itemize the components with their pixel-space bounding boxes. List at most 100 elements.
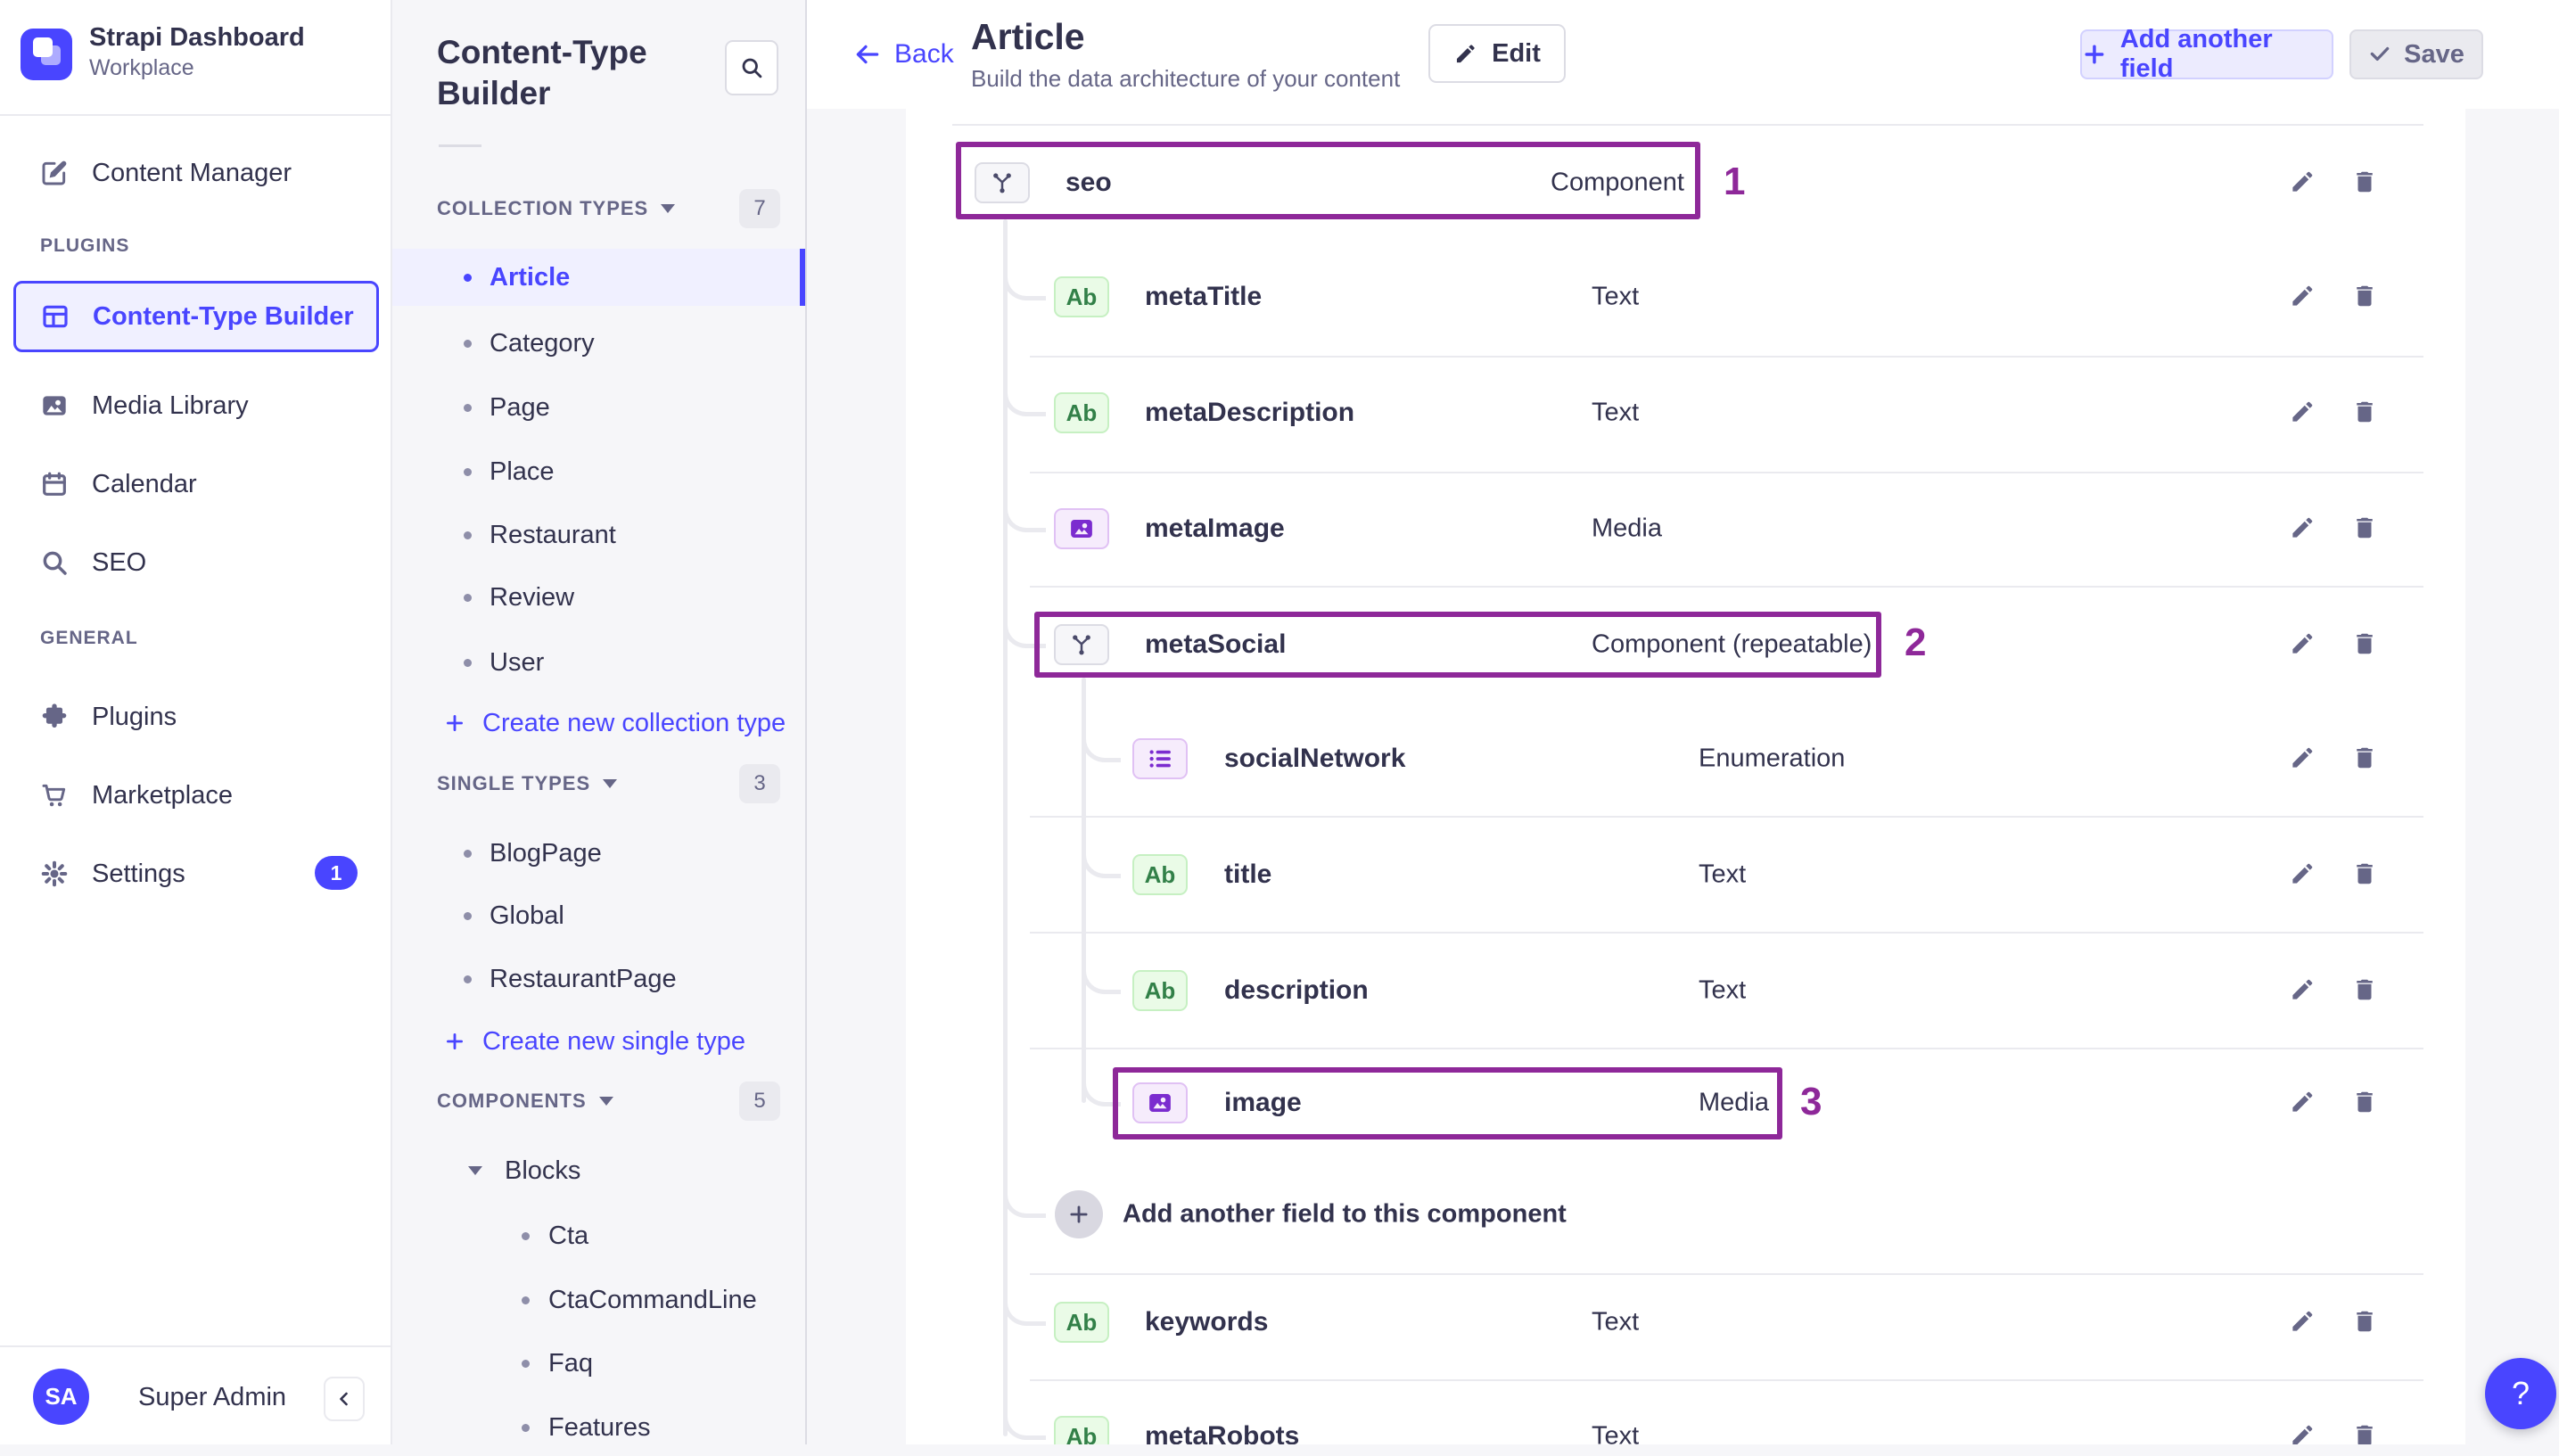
page-title: Article (971, 16, 1085, 57)
create-collection-type-link[interactable]: Create new collection type (392, 695, 805, 752)
help-button[interactable]: ? (2485, 1358, 2556, 1429)
delete-field-button[interactable] (2347, 1304, 2382, 1340)
sidebar-item-calendar[interactable]: Calendar (0, 457, 385, 512)
picture-icon (43, 396, 66, 415)
create-single-type-link[interactable]: Create new single type (392, 1013, 805, 1070)
components-header[interactable]: COMPONENTS (437, 1088, 613, 1115)
panel-item-user[interactable]: User (392, 634, 805, 691)
sidebar-item-media-library[interactable]: Media Library (0, 378, 385, 433)
calendar-icon (43, 472, 66, 496)
field-row-metatitle: Ab metaTitle Text (906, 239, 2465, 355)
avatar[interactable]: SA (33, 1369, 89, 1425)
sidebar-item-content-manager[interactable]: Content Manager (0, 145, 385, 201)
panel-item-faq[interactable]: Faq (392, 1335, 805, 1392)
field-row-metasocial: metaSocial Component (repeatable) (906, 587, 2465, 703)
edit-field-button[interactable] (2284, 511, 2320, 547)
panel-item-cta[interactable]: Cta (392, 1207, 805, 1264)
delete-field-button[interactable] (2347, 741, 2382, 777)
panel-item-article[interactable]: Article (392, 249, 805, 306)
edit-field-button[interactable] (2284, 1304, 2320, 1340)
sidebar-collapse-button[interactable] (324, 1377, 365, 1421)
save-button[interactable]: Save (2349, 29, 2483, 79)
panel-item-global[interactable]: Global (392, 887, 805, 944)
field-name: metaRobots (1145, 1421, 1300, 1444)
edit-field-button[interactable] (2284, 395, 2320, 431)
main-area: Back Article Build the data architecture… (807, 0, 2559, 1444)
delete-field-button[interactable] (2347, 395, 2382, 431)
field-row-seo: seo Component (906, 125, 2465, 241)
annotation-number-1: 1 (1724, 160, 1746, 203)
edit-button[interactable]: Edit (1428, 24, 1566, 83)
sidebar-item-seo[interactable]: SEO (0, 535, 385, 590)
text-field-icon: Ab (1132, 854, 1188, 895)
edit-field-button[interactable] (2284, 1085, 2320, 1121)
delete-field-button[interactable] (2347, 279, 2382, 315)
field-row-socialnetwork: socialNetwork Enumeration (906, 701, 2465, 817)
sidebar-item-label: Calendar (92, 469, 197, 498)
delete-field-button[interactable] (2347, 165, 2382, 201)
sidebar-item-plugins[interactable]: Plugins (0, 689, 385, 744)
check-icon (2370, 46, 2390, 62)
sidebar-item-marketplace[interactable]: Marketplace (0, 768, 385, 823)
edit-field-button[interactable] (2284, 973, 2320, 1008)
plus-icon (447, 1033, 463, 1049)
plugins-section-label: PLUGINS (40, 235, 130, 256)
caret-down-icon (661, 204, 676, 213)
component-group-blocks[interactable]: Blocks (392, 1142, 805, 1199)
sidebar-item-label: Settings (92, 859, 185, 888)
sidebar-item-label: SEO (92, 547, 147, 577)
edit-field-button[interactable] (2284, 741, 2320, 777)
field-type: Media (1592, 514, 1662, 543)
sidebar-item-label: Media Library (92, 391, 249, 420)
divider (0, 1345, 391, 1347)
panel-item-restaurantpage[interactable]: RestaurantPage (392, 950, 805, 1008)
single-types-count: 3 (739, 764, 780, 803)
panel-item-place[interactable]: Place (392, 443, 805, 500)
edit-field-button[interactable] (2284, 279, 2320, 315)
panel-item-category[interactable]: Category (392, 315, 805, 372)
app-title: Strapi Dashboard (89, 23, 305, 52)
delete-field-button[interactable] (2347, 511, 2382, 547)
delete-field-button[interactable] (2347, 1085, 2382, 1121)
text-field-icon: Ab (1054, 1416, 1109, 1444)
workspace-name: Workplace (89, 55, 194, 80)
panel-search-button[interactable] (725, 40, 778, 95)
collection-types-count: 7 (739, 189, 780, 228)
panel-item-restaurant[interactable]: Restaurant (392, 506, 805, 563)
single-types-header[interactable]: SINGLE TYPES (437, 770, 618, 797)
panel-item-review[interactable]: Review (392, 569, 805, 626)
collection-types-header[interactable]: COLLECTION TYPES (437, 195, 676, 222)
page-subtitle: Build the data architecture of your cont… (971, 65, 1401, 92)
fields-card: seo Component Ab metaTitle Text Ab metaD… (906, 109, 2465, 1444)
field-type: Text (1592, 398, 1640, 427)
text-field-icon: Ab (1054, 392, 1109, 433)
edit-field-button[interactable] (2284, 627, 2320, 662)
sidebar-item-content-type-builder[interactable]: Content-Type Builder (13, 281, 379, 352)
panel-item-ctacommandline[interactable]: CtaCommandLine (392, 1271, 805, 1328)
delete-field-button[interactable] (2347, 857, 2382, 893)
delete-field-button[interactable] (2347, 973, 2382, 1008)
edit-field-button[interactable] (2284, 857, 2320, 893)
edit-field-button[interactable] (2284, 165, 2320, 201)
add-field-to-component-button[interactable]: Add another field to this component (906, 1156, 2465, 1272)
back-link[interactable]: Back (853, 0, 954, 109)
field-name: metaTitle (1145, 282, 1263, 311)
field-row-metaimage: metaImage Media (906, 471, 2465, 587)
add-another-field-button[interactable]: Add another field (2080, 25, 2333, 83)
field-type: Text (1592, 282, 1640, 311)
delete-field-button[interactable] (2347, 627, 2382, 662)
user-name: Super Admin (138, 1383, 287, 1411)
plus-icon (447, 715, 463, 731)
sidebar-item-label: Content-Type Builder (93, 301, 354, 331)
delete-field-button[interactable] (2347, 1419, 2382, 1444)
sidebar-item-label: Marketplace (92, 780, 233, 810)
annotation-number-2: 2 (1905, 621, 1927, 664)
strapi-logo-icon (21, 29, 72, 80)
edit-field-button[interactable] (2284, 1419, 2320, 1444)
text-field-icon: Ab (1132, 970, 1188, 1011)
divider (0, 114, 391, 116)
panel-item-blogpage[interactable]: BlogPage (392, 825, 805, 882)
panel-item-features[interactable]: Features (392, 1399, 805, 1456)
field-type: Enumeration (1699, 744, 1846, 773)
panel-item-page[interactable]: Page (392, 379, 805, 436)
